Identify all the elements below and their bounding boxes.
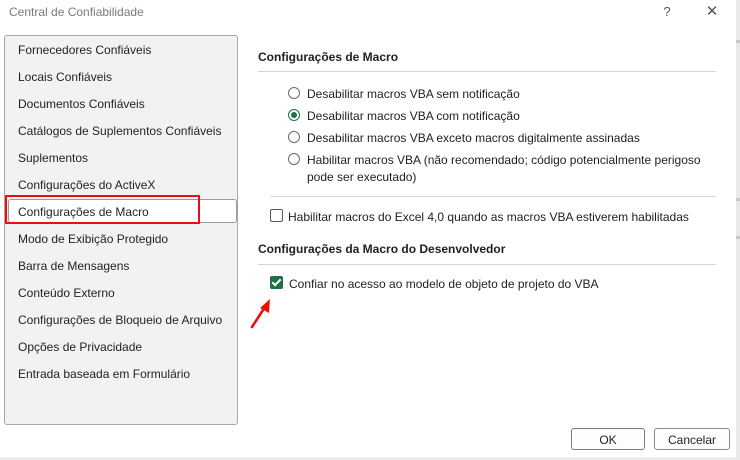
- help-icon[interactable]: ?: [658, 2, 676, 22]
- sidebar-item-trusted-addin-catalogs[interactable]: Catálogos de Suplementos Confiáveis: [18, 120, 221, 142]
- background-window-mark: [736, 198, 740, 201]
- annotation-highlight-box: [5, 195, 200, 224]
- window-title: Central de Confiabilidade: [9, 5, 144, 19]
- sidebar-item-trusted-locations[interactable]: Locais Confiáveis: [18, 66, 112, 88]
- sidebar-item-addins[interactable]: Suplementos: [18, 147, 88, 169]
- sidebar-item-privacy-options[interactable]: Opções de Privacidade: [18, 336, 142, 358]
- macro-settings-title: Configurações de Macro: [258, 50, 399, 64]
- sidebar-item-form-based-sign-in[interactable]: Entrada baseada em Formulário: [18, 363, 190, 385]
- radio-disable-without-notification[interactable]: [288, 87, 300, 99]
- sidebar-item-trusted-publishers[interactable]: Fornecedores Confiáveis: [18, 39, 151, 61]
- radio-disable-with-notification[interactable]: [288, 109, 300, 121]
- sidebar-item-external-content[interactable]: Conteúdo Externo: [18, 282, 115, 304]
- developer-settings-title: Configurações da Macro do Desenvolvedor: [258, 242, 506, 256]
- radio-enable-all-macros[interactable]: [288, 153, 300, 165]
- radio-label-disable-without-notification: Desabilitar macros VBA sem notificação: [307, 87, 520, 101]
- background-window-mark: [736, 236, 740, 239]
- checkbox-label-enable-excel4-macros: Habilitar macros do Excel 4,0 quando as …: [288, 210, 689, 224]
- radio-label-enable-all-macros: Habilitar macros VBA (não recomendado; c…: [307, 153, 701, 167]
- title-bar: Central de Confiabilidade ? ✕: [0, 0, 736, 26]
- section-divider: [270, 196, 716, 197]
- checkbox-trust-vba-object-model[interactable]: [270, 276, 283, 289]
- sidebar-item-message-bar[interactable]: Barra de Mensagens: [18, 255, 129, 277]
- section-divider: [258, 264, 716, 265]
- sidebar-item-activex-settings[interactable]: Configurações do ActiveX: [18, 174, 155, 196]
- annotation-arrow-icon: [250, 299, 270, 329]
- background-window-edge: [736, 0, 740, 460]
- radio-label-disable-except-signed: Desabilitar macros VBA exceto macros dig…: [307, 131, 640, 145]
- cancel-button[interactable]: Cancelar: [654, 428, 730, 450]
- sidebar-item-protected-view[interactable]: Modo de Exibição Protegido: [18, 228, 168, 250]
- sidebar: Fornecedores Confiáveis Locais Confiávei…: [4, 35, 238, 425]
- section-divider: [258, 71, 716, 72]
- sidebar-item-file-block-settings[interactable]: Configurações de Bloqueio de Arquivo: [18, 309, 222, 331]
- radio-label-disable-with-notification: Desabilitar macros VBA com notificação: [307, 109, 520, 123]
- ok-button[interactable]: OK: [571, 428, 645, 450]
- background-window-mark: [736, 40, 740, 43]
- checkbox-label-trust-vba-object-model: Confiar no acesso ao modelo de objeto de…: [289, 277, 599, 291]
- radio-disable-except-signed[interactable]: [288, 131, 300, 143]
- close-icon[interactable]: ✕: [702, 2, 722, 22]
- trust-center-dialog: Central de Confiabilidade ? ✕ Fornecedor…: [0, 0, 736, 460]
- sidebar-item-trusted-documents[interactable]: Documentos Confiáveis: [18, 93, 145, 115]
- radio-label-enable-all-macros-line2: pode ser executado): [307, 170, 417, 184]
- checkbox-enable-excel4-macros[interactable]: [270, 209, 283, 222]
